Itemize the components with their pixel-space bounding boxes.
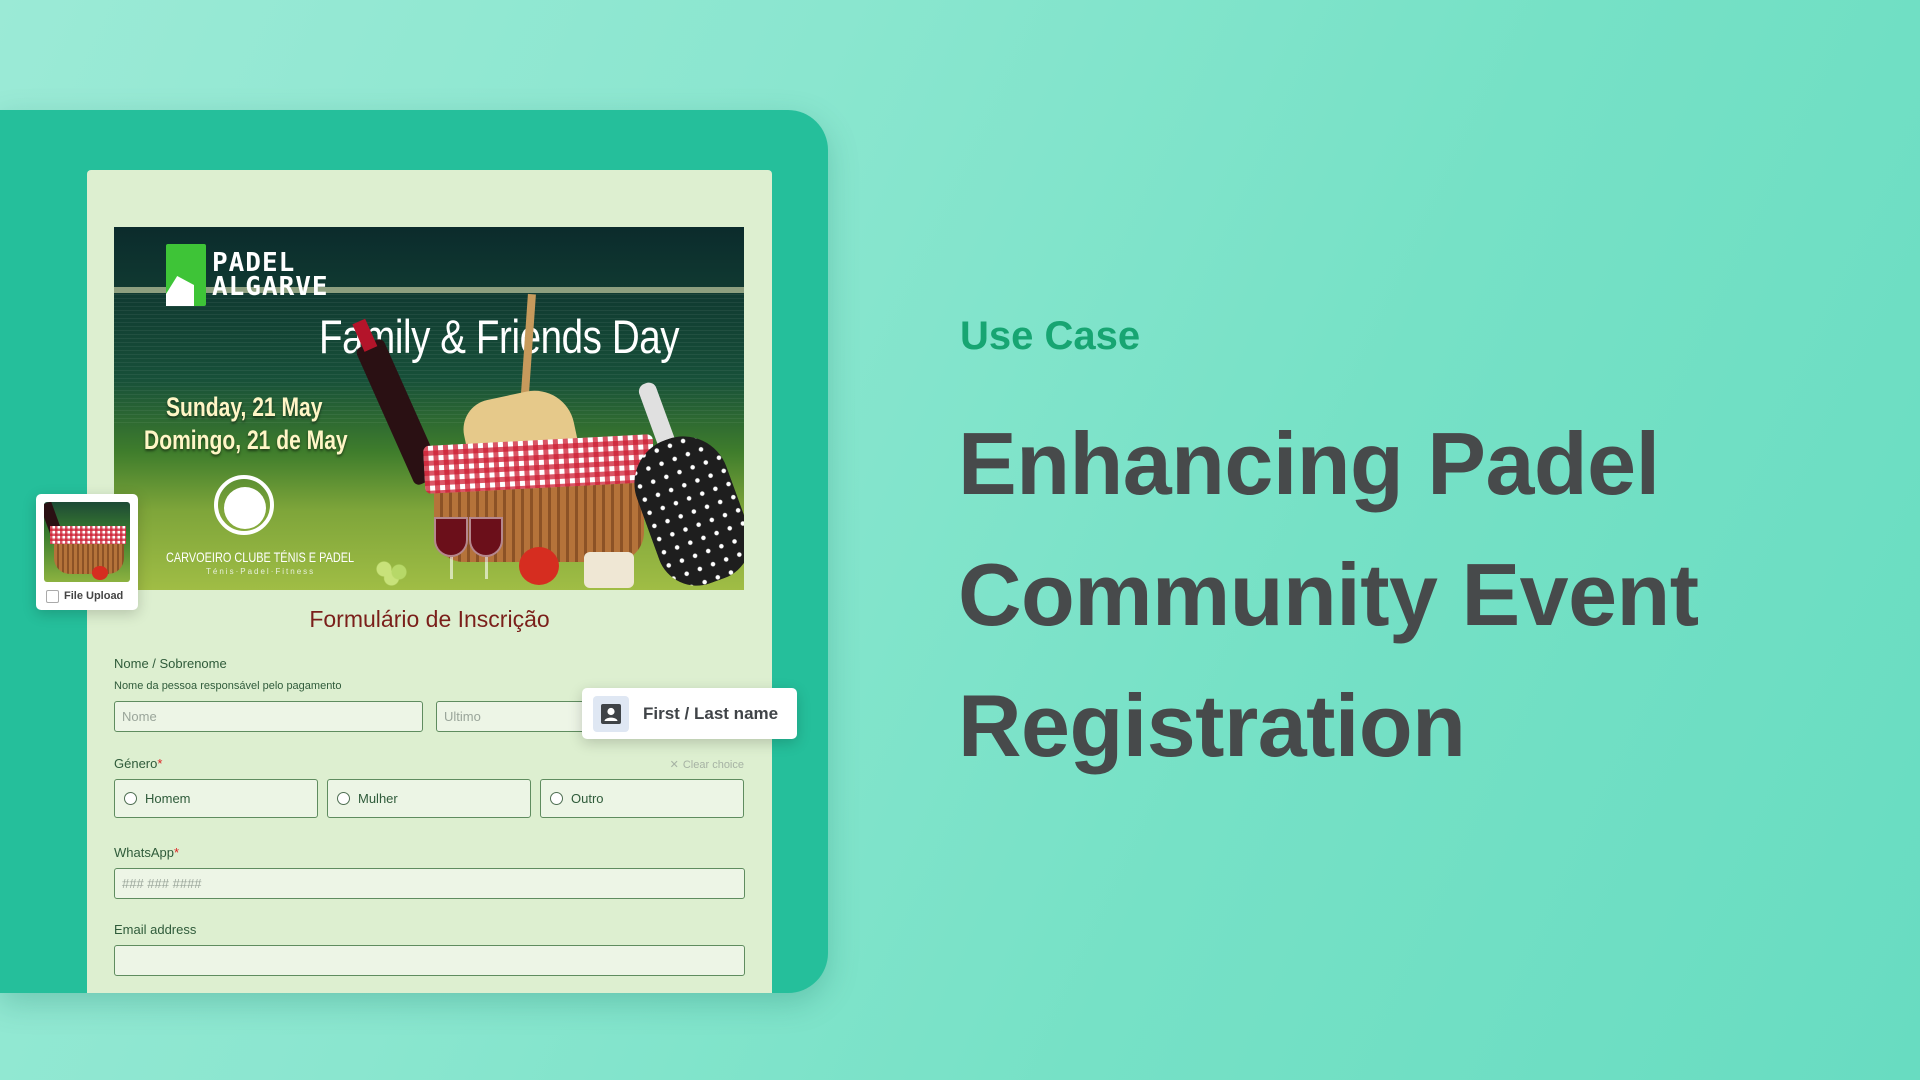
field-type-tooltip: First / Last name	[582, 688, 797, 739]
radio-button-icon[interactable]	[337, 792, 350, 805]
radio-button-icon[interactable]	[550, 792, 563, 805]
contact-card-icon	[601, 703, 621, 724]
club-tagline: Ténis·Padel·Fitness	[206, 567, 316, 576]
event-banner-image: PADEL ALGARVE Family & Friends Day Sunda…	[114, 227, 744, 590]
clear-choice-button[interactable]: ✕ Clear choice	[669, 758, 744, 772]
page-headline: Enhancing Padel Community Event Registra…	[958, 398, 1699, 791]
headline-line-1: Enhancing Padel	[958, 414, 1660, 513]
padel-algarve-logo: PADEL ALGARVE	[166, 244, 329, 306]
name-field-label: Nome / Sobrenome	[114, 656, 227, 671]
player-silhouette-icon	[166, 244, 206, 306]
file-upload-card[interactable]: File Upload	[36, 494, 138, 610]
apple-illustration	[519, 547, 559, 585]
headline-line-3: Registration	[958, 676, 1466, 775]
wine-glass-illustration	[469, 517, 503, 579]
gender-field-label: Género*	[114, 756, 163, 771]
close-icon: ✕	[669, 759, 679, 771]
event-date-pt: Domingo, 21 de May	[144, 425, 348, 455]
email-input[interactable]	[114, 945, 745, 976]
tooltip-label: First / Last name	[643, 703, 779, 723]
wine-glass-illustration	[434, 517, 468, 579]
whatsapp-field-label: WhatsApp*	[114, 845, 180, 860]
gender-option-mulher[interactable]: Mulher	[327, 779, 531, 818]
whatsapp-input[interactable]	[114, 868, 745, 899]
name-field-helper: Nome da pessoa responsável pelo pagament…	[114, 680, 342, 692]
gender-option-homem[interactable]: Homem	[114, 779, 318, 818]
headline-line-2: Community Event	[958, 545, 1699, 644]
tennis-ball-icon	[214, 475, 274, 535]
required-mark: *	[173, 845, 180, 860]
club-name: CARVOEIRO CLUBE TÉNIS E PADEL	[166, 549, 355, 565]
first-name-input[interactable]	[114, 701, 423, 732]
brand-line-2: ALGARVE	[212, 272, 329, 302]
registration-form-card: PADEL ALGARVE Family & Friends Day Sunda…	[87, 170, 772, 993]
eyebrow-label: Use Case	[960, 314, 1141, 358]
email-field-label: Email address	[114, 922, 197, 937]
file-upload-label: File Upload	[64, 590, 124, 602]
radio-button-icon[interactable]	[124, 792, 137, 805]
event-date-en: Sunday, 21 May	[166, 392, 323, 422]
cheese-illustration	[584, 552, 634, 588]
gender-option-outro[interactable]: Outro	[540, 779, 744, 818]
form-title: Formulário de Inscrição	[309, 606, 550, 632]
file-upload-checkbox[interactable]	[46, 590, 59, 603]
uploaded-image-thumbnail	[44, 502, 130, 582]
grapes-illustration	[369, 557, 419, 587]
required-mark: *	[157, 756, 163, 771]
